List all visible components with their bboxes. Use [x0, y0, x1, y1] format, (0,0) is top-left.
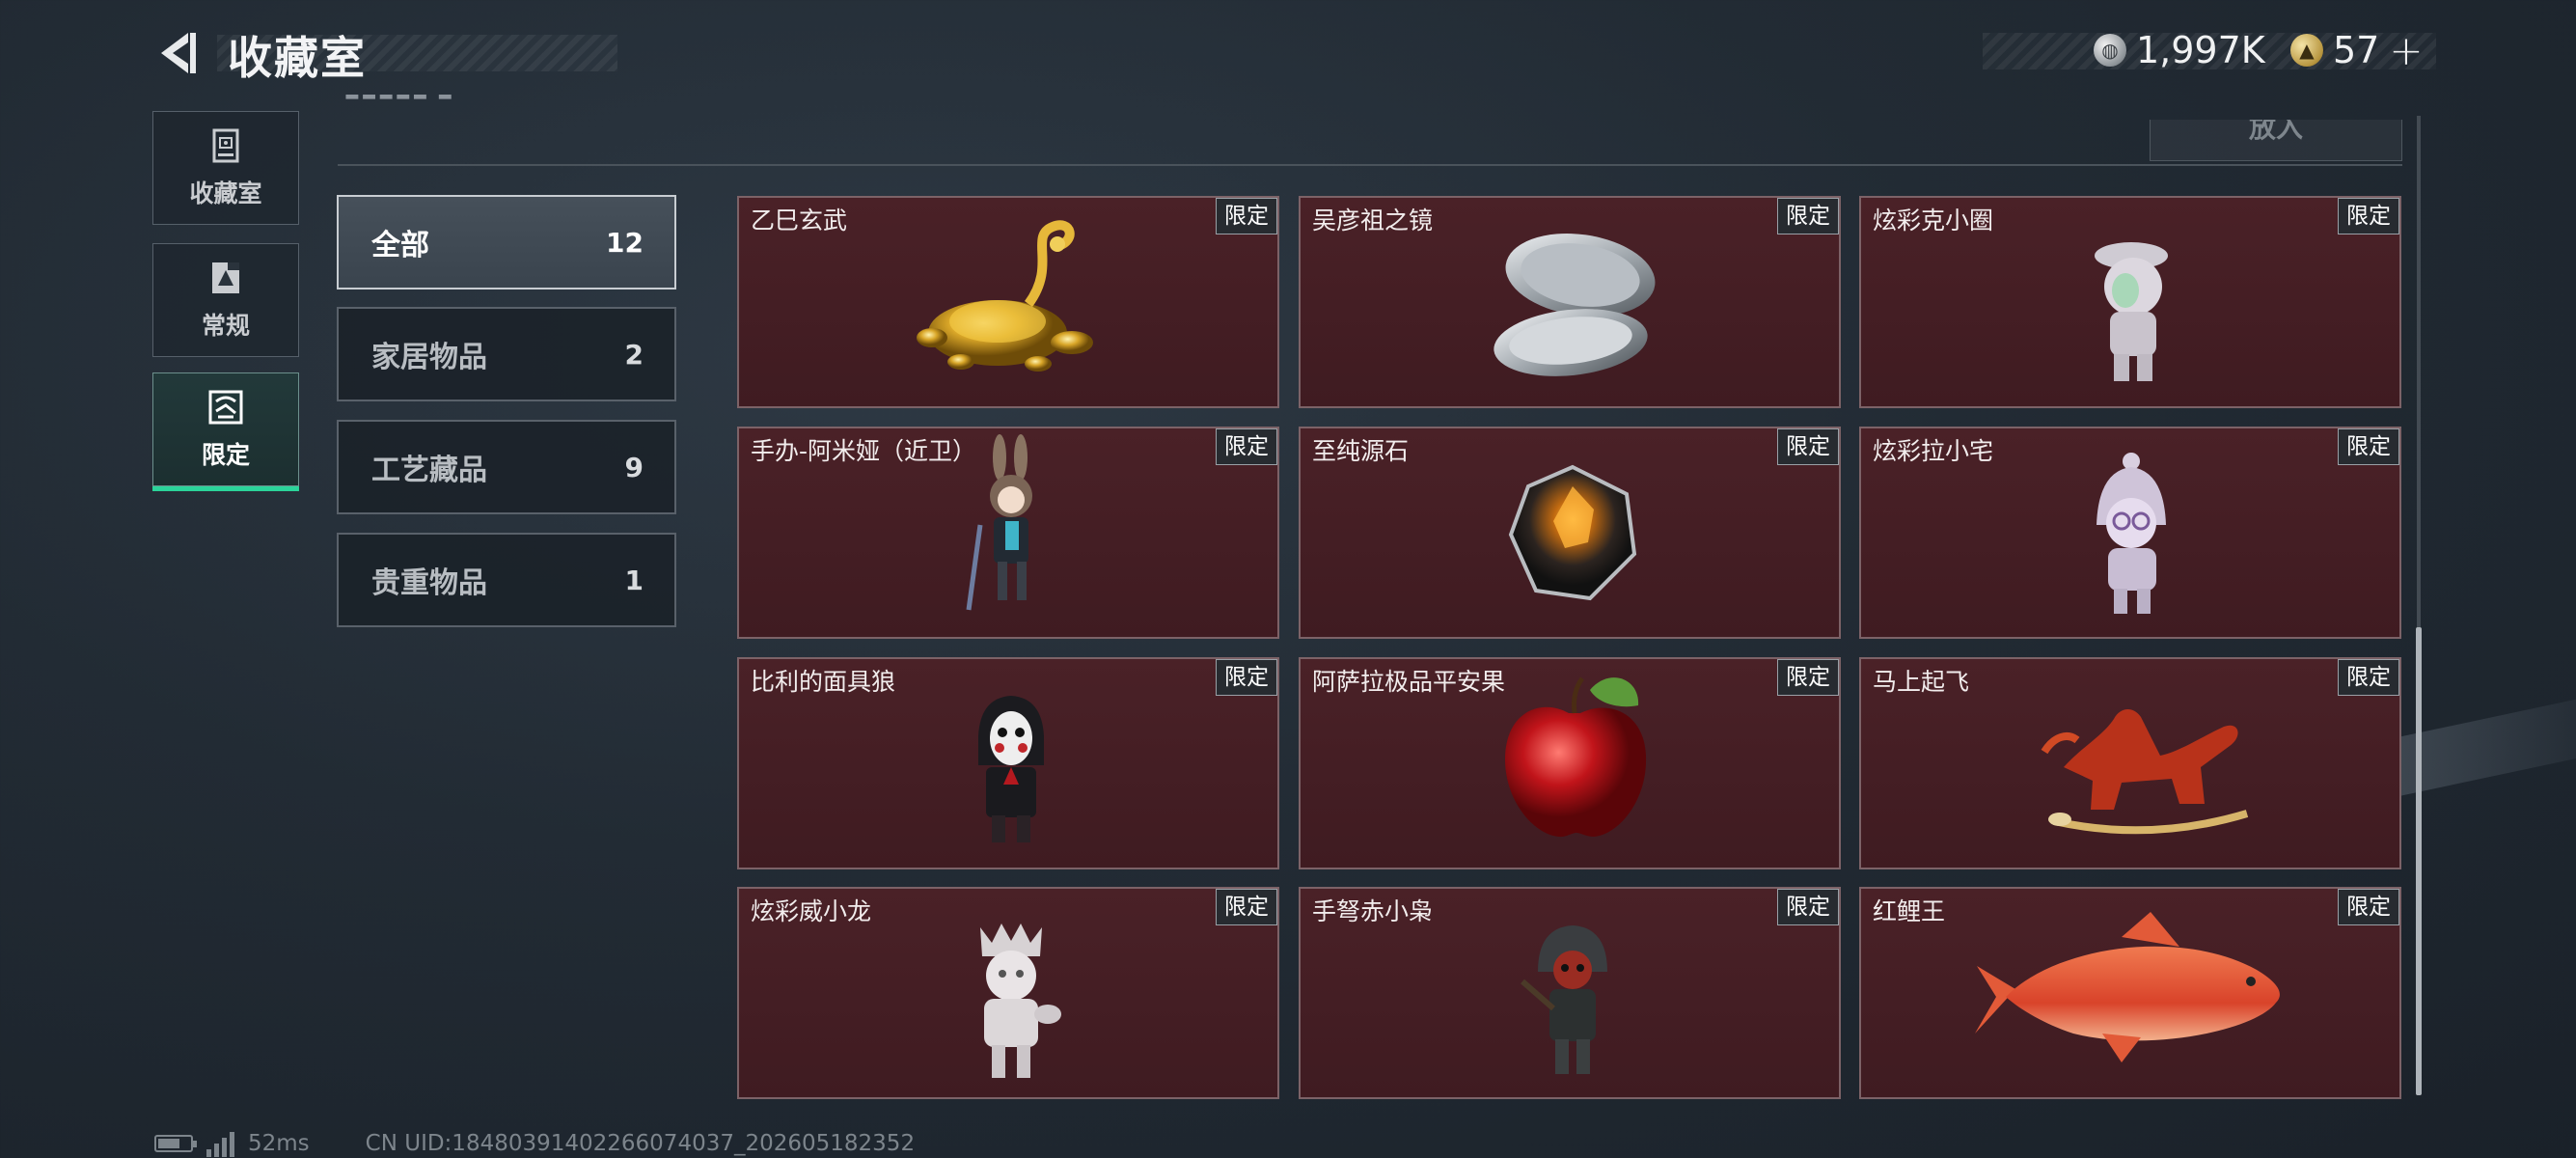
sidebar-tab-regular[interactable]: 常规: [152, 243, 299, 357]
category-count: 2: [624, 338, 644, 371]
regular-card-icon: [212, 262, 239, 293]
ping-value: 52ms: [248, 1131, 310, 1156]
limited-badge: 限定: [1216, 659, 1277, 696]
sidebar-tab-label: 限定: [201, 441, 250, 469]
item-card[interactable]: 手办-阿米娅（近卫） 限定: [737, 427, 1279, 639]
item-name: 阿萨拉极品平安果: [1312, 668, 1506, 696]
silver-currency-value: 1,997K: [2136, 29, 2265, 71]
item-name: 炫彩威小龙: [751, 897, 872, 925]
item-card[interactable]: 吴彦祖之镜 限定: [1299, 196, 1841, 408]
put-in-label: 放入: [2248, 120, 2303, 144]
collection-cabinet-icon: [212, 128, 239, 163]
divider: [338, 164, 2402, 166]
clipped-text: ▪▪▪▪▪ ▪: [343, 95, 453, 106]
category-name: 家居物品: [371, 341, 487, 374]
back-arrow-icon[interactable]: [150, 29, 207, 77]
item-card[interactable]: 比利的面具狼 限定: [737, 657, 1279, 869]
gold-currency-value: 57: [2333, 29, 2380, 71]
sidebar-tab-limited[interactable]: 限定: [152, 372, 299, 491]
limited-badge: 限定: [1216, 889, 1277, 925]
limited-badge: 限定: [2338, 198, 2399, 234]
add-currency-icon[interactable]: +: [2389, 27, 2423, 74]
category-count: 9: [624, 451, 644, 483]
silver-coin-icon: ◍: [2094, 34, 2126, 67]
category-valuables[interactable]: 贵重物品 1: [337, 533, 676, 627]
item-name: 马上起飞: [1873, 668, 1970, 696]
item-card[interactable]: 手弩赤小枭 限定: [1299, 887, 1841, 1099]
sidebar-tab-label: 常规: [201, 312, 250, 340]
sidebar-tab-label: 收藏室: [189, 179, 262, 207]
item-name: 吴彦祖之镜: [1312, 207, 1434, 234]
item-card[interactable]: 至纯源石 限定: [1299, 427, 1841, 639]
gold-currency[interactable]: ▲ 57 +: [2290, 27, 2424, 74]
item-name: 至纯源石: [1312, 437, 1410, 465]
category-name: 全部: [371, 229, 429, 262]
limited-badge: 限定: [1777, 198, 1839, 234]
scrollbar-thumb[interactable]: [2416, 627, 2422, 1095]
item-card[interactable]: 马上起飞 限定: [1859, 657, 2401, 869]
item-card[interactable]: 炫彩拉小宅 限定: [1859, 427, 2401, 639]
battery-icon: [154, 1135, 197, 1152]
clipped-top-row: ▪▪▪▪▪ ▪: [338, 95, 2402, 164]
limited-badge: 限定: [2338, 889, 2399, 925]
item-name: 炫彩拉小宅: [1873, 437, 1994, 465]
item-name: 手弩赤小枭: [1312, 897, 1434, 925]
put-in-button[interactable]: 放入: [2150, 120, 2402, 161]
item-name: 手办-阿米娅（近卫）: [751, 437, 977, 465]
limited-badge: 限定: [1216, 428, 1277, 465]
item-name: 炫彩克小圈: [1873, 207, 1994, 234]
limited-icon: [208, 390, 243, 425]
sidebar-tab-collection[interactable]: 收藏室: [152, 111, 299, 225]
item-card[interactable]: 炫彩克小圈 限定: [1859, 196, 2401, 408]
item-card[interactable]: 阿萨拉极品平安果 限定: [1299, 657, 1841, 869]
limited-badge: 限定: [1777, 889, 1839, 925]
item-name: 红鲤王: [1873, 897, 1946, 925]
limited-badge: 限定: [1777, 659, 1839, 696]
page-title: 收藏室: [228, 32, 367, 84]
limited-badge: 限定: [2338, 428, 2399, 465]
silver-currency[interactable]: ◍ 1,997K: [2094, 29, 2265, 71]
category-name: 工艺藏品: [371, 454, 487, 487]
category-count: 12: [606, 226, 644, 259]
category-name: 贵重物品: [371, 566, 487, 600]
category-all[interactable]: 全部 12: [337, 195, 676, 290]
item-name: 比利的面具狼: [751, 668, 896, 696]
status-bar: 52ms CN UID:18480391402266074037_2026051…: [154, 1129, 915, 1158]
gold-coin-icon: ▲: [2290, 34, 2323, 67]
category-household[interactable]: 家居物品 2: [337, 307, 676, 401]
limited-badge: 限定: [1216, 198, 1277, 234]
item-name: 乙巳玄武: [751, 207, 848, 234]
item-card[interactable]: 炫彩威小龙 限定: [737, 887, 1279, 1099]
uid-text: CN UID:18480391402266074037_202605182352: [365, 1131, 916, 1156]
category-count: 1: [624, 564, 644, 596]
item-card[interactable]: 乙巳玄武 限定: [737, 196, 1279, 408]
item-card[interactable]: 红鲤王 限定: [1859, 887, 2401, 1099]
limited-badge: 限定: [2338, 659, 2399, 696]
category-craft[interactable]: 工艺藏品 9: [337, 420, 676, 514]
limited-badge: 限定: [1777, 428, 1839, 465]
signal-icon: [206, 1130, 234, 1157]
